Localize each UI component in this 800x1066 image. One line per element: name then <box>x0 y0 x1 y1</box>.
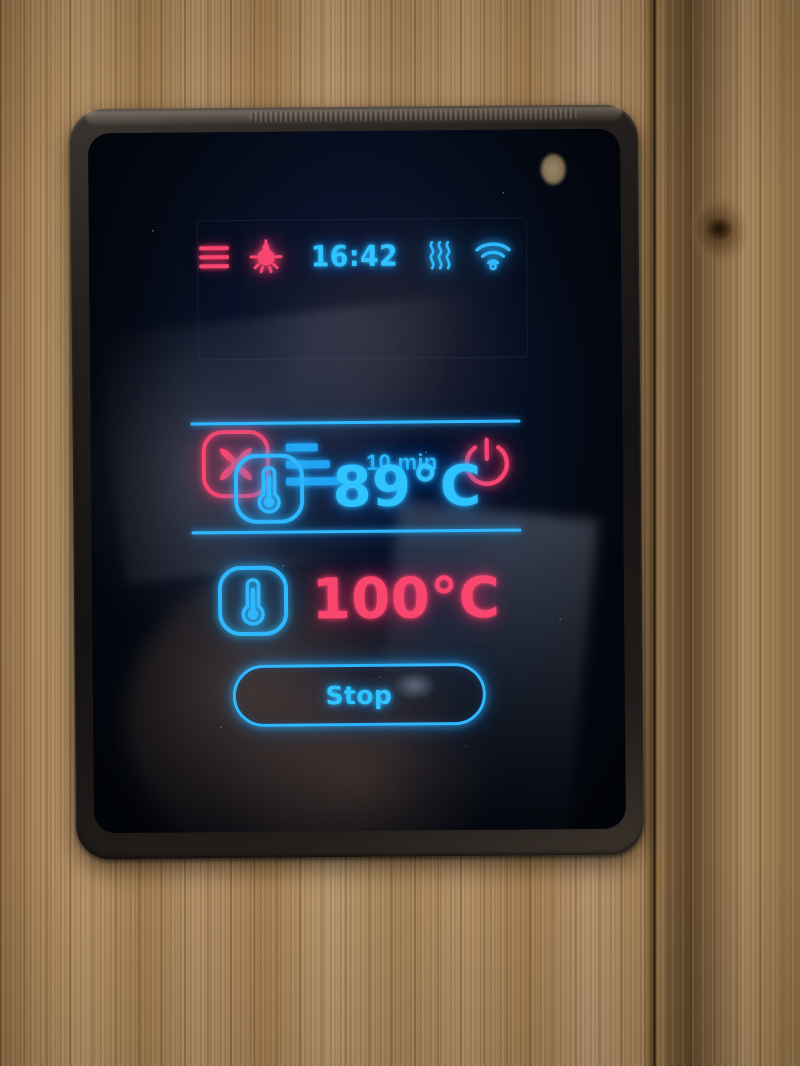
touch-screen[interactable]: 16:42 10 min 89°C 100°C Stop <box>87 128 627 834</box>
stop-button-label: Stop <box>325 680 393 710</box>
current-temperature-row[interactable]: 89°C <box>91 447 624 530</box>
control-panel-device: 16:42 10 min 89°C 100°C Stop <box>69 104 645 860</box>
status-bar: 16:42 <box>89 235 621 278</box>
thermometer-icon <box>234 453 305 524</box>
current-temperature-icon-box <box>232 449 307 528</box>
hamburger-menu-icon <box>198 246 230 269</box>
target-temperature-value: 100°C <box>311 565 501 633</box>
menu-button[interactable] <box>191 246 237 269</box>
thermometer-icon <box>217 565 288 637</box>
steam-status <box>413 238 467 272</box>
current-temperature-value: 89°C <box>332 453 482 521</box>
light-bulb-icon <box>249 239 283 274</box>
light-toggle-button[interactable] <box>237 238 295 277</box>
target-temperature-row[interactable]: 100°C <box>92 559 625 642</box>
current-time: 16:42 <box>310 238 398 274</box>
wifi-status <box>467 239 519 271</box>
divider-bottom <box>191 528 522 535</box>
clock-display: 16:42 <box>295 239 413 274</box>
divider-top <box>190 419 521 426</box>
target-temperature-icon-box <box>215 562 290 641</box>
steam-waves-icon <box>429 240 451 270</box>
wifi-icon <box>475 242 511 271</box>
stop-button[interactable]: Stop <box>232 662 486 728</box>
stop-button-container: Stop <box>93 662 626 729</box>
screen-ui: 16:42 10 min 89°C 100°C Stop <box>88 129 626 834</box>
